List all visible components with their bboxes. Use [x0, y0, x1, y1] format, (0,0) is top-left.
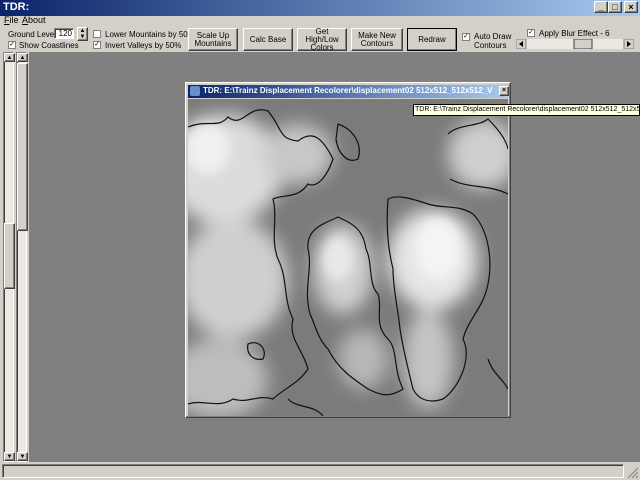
app-icon	[190, 86, 200, 96]
calc-base-button[interactable]: Calc Base	[243, 28, 293, 51]
displacement-map-window[interactable]: TDR: E:\Trainz Displacement Recolorer\di…	[185, 82, 511, 418]
make-new-contours-button[interactable]: Make New Contours	[351, 28, 403, 51]
auto-draw-contours-label: Auto Draw Contours	[474, 32, 512, 50]
child-title-bar[interactable]: TDR: E:\Trainz Displacement Recolorer\di…	[188, 85, 509, 98]
ground-level-input[interactable]: 120	[54, 28, 74, 39]
maximize-button[interactable]: □	[608, 1, 622, 13]
menu-about[interactable]: About	[22, 16, 46, 25]
invert-valleys-label: Invert Valleys by 50%	[105, 41, 182, 50]
invert-valleys-checkbox[interactable]: ✓	[93, 41, 101, 49]
app-title-bar[interactable]: TDR: _ □ ×	[0, 0, 640, 16]
lower-mountains-label: Lower Mountains by 50%	[105, 30, 195, 39]
show-coastlines-checkbox[interactable]: ✓	[8, 41, 16, 49]
blur-slider[interactable]	[516, 39, 634, 49]
status-pane	[2, 464, 624, 478]
scroll-up-icon[interactable]: ▲	[4, 53, 15, 62]
close-button[interactable]: ×	[624, 1, 638, 13]
scroll-thumb[interactable]	[4, 223, 15, 289]
get-high-low-colors-button[interactable]: Get High/Low Colors	[297, 27, 347, 51]
auto-draw-contours-checkbox[interactable]: ✓	[462, 33, 470, 41]
scroll-up-icon[interactable]: ▲	[17, 53, 28, 62]
child-close-button[interactable]: ×	[499, 86, 509, 96]
apply-blur-checkbox[interactable]: ✓	[527, 29, 535, 37]
vertical-scrollbar-2[interactable]: ▲ ▼	[16, 52, 28, 462]
scroll-thumb[interactable]	[17, 63, 28, 231]
vertical-scrollbar-1[interactable]: ▲ ▼	[3, 52, 15, 462]
ground-level-label: Ground Level	[8, 30, 57, 39]
menu-bar: File About	[0, 16, 640, 26]
app-title: TDR:	[3, 1, 30, 13]
status-bar	[0, 462, 640, 480]
scroll-down-icon[interactable]: ▼	[4, 452, 15, 461]
child-window-title: TDR: E:\Trainz Displacement Recolorer\di…	[203, 86, 493, 95]
resize-grip-icon[interactable]	[627, 467, 639, 479]
displacement-map-image[interactable]	[188, 99, 508, 416]
redraw-button[interactable]: Redraw	[407, 28, 457, 51]
minimize-button[interactable]: _	[594, 1, 608, 13]
blur-slider-thumb	[573, 39, 593, 49]
spin-down-icon[interactable]: ▼	[78, 34, 87, 40]
scroll-down-icon[interactable]: ▼	[17, 452, 28, 461]
apply-blur-label: Apply Blur Effect - 6	[539, 29, 610, 38]
tooltip: TDR: E:\Trainz Displacement Recolorer\di…	[413, 104, 640, 116]
lower-mountains-checkbox[interactable]	[93, 30, 101, 38]
scale-up-mountains-button[interactable]: Scale Up Mountains	[188, 28, 238, 51]
show-coastlines-label: Show Coastlines	[19, 41, 79, 50]
menu-file[interactable]: File	[4, 16, 19, 25]
ground-level-spinner[interactable]: ▲ ▼	[77, 27, 88, 41]
